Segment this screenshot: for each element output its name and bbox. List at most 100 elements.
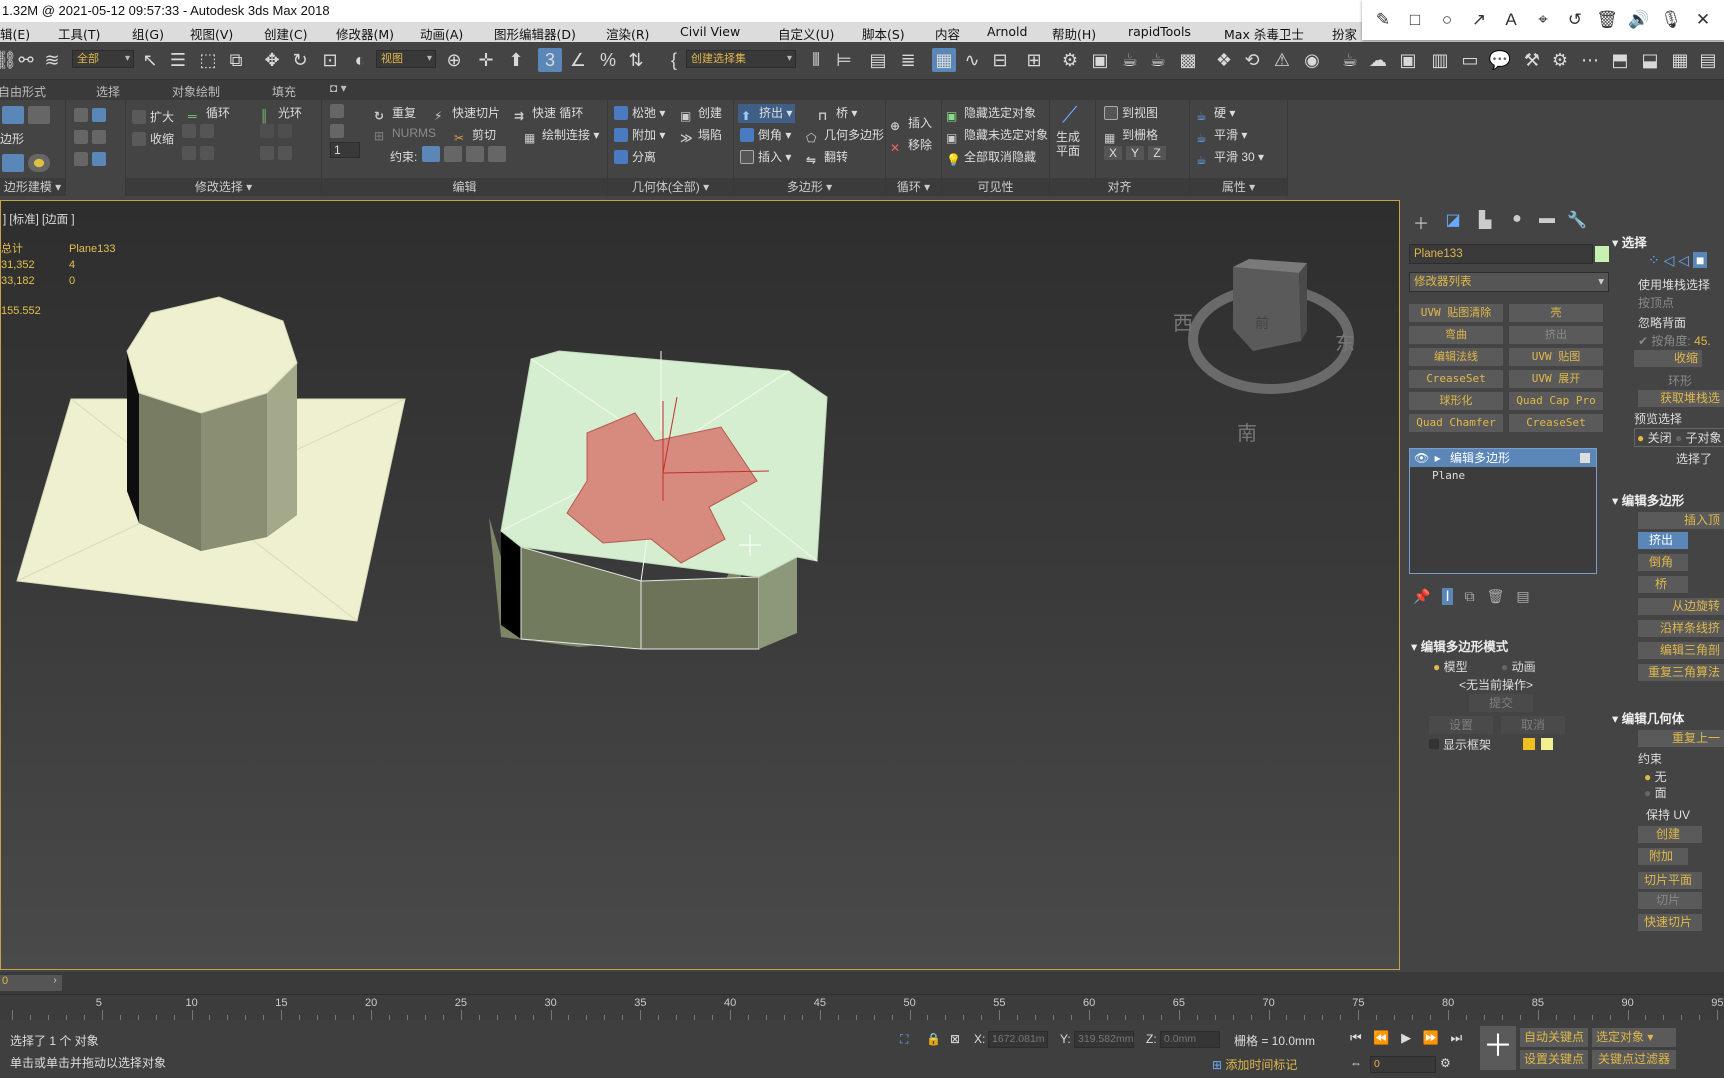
- bevel-poly-button[interactable]: 倒角: [1638, 554, 1688, 571]
- quickloop-button[interactable]: ⇉ 快速 循环: [514, 104, 583, 123]
- menu-item-11[interactable]: 脚本(S): [862, 24, 905, 43]
- model-radio[interactable]: ● 模型: [1433, 658, 1468, 675]
- rotate-icon[interactable]: ↻: [288, 48, 312, 72]
- x-coordinate[interactable]: 1672.081m: [988, 1031, 1048, 1048]
- configure-modifiers-icon[interactable]: ▤: [1516, 588, 1529, 605]
- menu-item-15[interactable]: rapidTools: [1128, 24, 1191, 39]
- current-frame-field[interactable]: 0: [1370, 1056, 1436, 1073]
- time-slider[interactable]: 0: [0, 975, 48, 991]
- edit-icon-1[interactable]: [330, 104, 348, 118]
- inset-button[interactable]: 插入 ▾: [740, 148, 791, 165]
- isolate-icon[interactable]: ⛶: [900, 1032, 908, 1047]
- align-z-button[interactable]: Z: [1148, 146, 1166, 160]
- grid-icon[interactable]: ▩: [1176, 48, 1200, 72]
- make-planar-button[interactable]: 生成 平面: [1056, 130, 1080, 158]
- polygons-footer[interactable]: 多边形 ▾: [734, 178, 885, 196]
- geometry-footer[interactable]: 几何体(全部) ▾: [608, 178, 733, 196]
- modifier-button[interactable]: CreaseSet: [1409, 370, 1503, 388]
- octagon-column-object[interactable]: [126, 296, 298, 551]
- shrink-sel-button[interactable]: 收缩: [1634, 350, 1702, 367]
- unlink-icon[interactable]: ⚯: [14, 48, 38, 72]
- playback-controls[interactable]: ⏮ ⏪ ▶ ⏩ ⏭: [1350, 1030, 1466, 1046]
- lock-icon[interactable]: 🔒: [926, 1032, 941, 1046]
- layout-icon[interactable]: ▥: [1428, 48, 1452, 72]
- modifier-button[interactable]: Quad Cap Pro: [1509, 392, 1603, 410]
- pencil-icon[interactable]: ✎: [1372, 10, 1394, 30]
- spinner-snap-icon[interactable]: ⇅: [624, 48, 648, 72]
- viewcube[interactable]: [1188, 259, 1354, 394]
- cage-color-1[interactable]: [1523, 738, 1535, 750]
- modify-sel-footer[interactable]: 修改选择 ▾: [126, 178, 321, 196]
- hard-button[interactable]: ☕ 硬 ▾: [1196, 104, 1235, 123]
- collapse-button[interactable]: ≫ 塌陷: [680, 126, 722, 145]
- stack-icon-1[interactable]: [74, 108, 110, 122]
- menu-item-12[interactable]: 内容: [935, 24, 960, 43]
- extrude-button[interactable]: ⬆ 挤出 ▾: [738, 104, 796, 123]
- scene-explorer-icon[interactable]: ▤: [866, 48, 890, 72]
- animate-radio[interactable]: ● 动画: [1501, 658, 1536, 675]
- chat-icon[interactable]: 💬: [1488, 48, 1512, 72]
- time-config-icon[interactable]: ⚙: [1440, 1056, 1451, 1070]
- tab-populate[interactable]: 填充: [272, 83, 296, 100]
- text-icon[interactable]: A: [1500, 10, 1522, 30]
- stack-item-edit-poly[interactable]: 👁 ▸ 编辑多边形: [1410, 449, 1596, 467]
- remove-modifier-icon[interactable]: 🗑: [1487, 588, 1505, 605]
- tab-object-paint[interactable]: 对象绘制: [172, 83, 220, 100]
- modifier-stack[interactable]: 👁 ▸ 编辑多边形 Plane: [1409, 448, 1597, 574]
- repeat-button[interactable]: ↻ 重复: [374, 104, 416, 123]
- unhide-all-button[interactable]: 💡 全部取消隐藏: [946, 148, 1036, 167]
- arrow-icon[interactable]: ↗: [1468, 10, 1490, 30]
- edit-footer[interactable]: 编辑: [322, 178, 607, 196]
- menu-item-10[interactable]: 自定义(U): [778, 24, 834, 43]
- window-crossing-icon[interactable]: ⧉: [224, 48, 248, 72]
- render-setup-icon[interactable]: ⚙: [1058, 48, 1082, 72]
- ring-button[interactable]: ║ 光环: [260, 104, 302, 123]
- visibility-footer[interactable]: 可见性: [942, 178, 1049, 196]
- highlighter-icon[interactable]: ⌖: [1532, 10, 1554, 30]
- menu-item-6[interactable]: 动画(A): [420, 24, 463, 43]
- keyboard-shortcut-icon[interactable]: ⬆: [504, 48, 528, 72]
- plugin-icon[interactable]: ⚒: [1520, 48, 1544, 72]
- smooth30-button[interactable]: ☕ 平滑 30 ▾: [1196, 148, 1264, 167]
- render-iterative-icon[interactable]: ☕: [1146, 48, 1170, 72]
- schematic-view-icon[interactable]: ⊟: [988, 48, 1012, 72]
- detach-button[interactable]: 分离: [614, 148, 656, 165]
- subobject-icons[interactable]: ⁘ ◁ ◁ ■: [1648, 252, 1708, 269]
- key-filters-button[interactable]: 关键点过滤器: [1592, 1050, 1676, 1069]
- constraint-none-radio[interactable]: ● 无: [1644, 768, 1667, 785]
- shrink-ring-icon[interactable]: [260, 146, 296, 160]
- edit-poly-mode-rollout[interactable]: ▾ 编辑多边形模式: [1411, 636, 1508, 655]
- key-target-dropdown[interactable]: 选定对象 ▾: [1592, 1028, 1676, 1047]
- pivot-center-icon[interactable]: ⊕: [442, 48, 466, 72]
- modifier-list-dropdown[interactable]: 修改器列表 ▾: [1409, 272, 1609, 292]
- preview-radio-group[interactable]: ● 关闭 ● 子对象: [1634, 428, 1724, 447]
- bridge-poly-button[interactable]: 桥: [1638, 576, 1688, 593]
- menu-item-9[interactable]: Civil View: [680, 24, 740, 39]
- by-angle-checkbox[interactable]: ✔ 按角度: 45.: [1638, 332, 1711, 349]
- menu-item-5[interactable]: 修改器(M): [336, 24, 394, 43]
- element-icon[interactable]: [2, 154, 54, 172]
- menu-item-0[interactable]: 辑(E): [0, 24, 30, 43]
- menu-item-13[interactable]: Arnold: [987, 24, 1027, 39]
- hierarchy-tab-icon[interactable]: ▙: [1473, 210, 1497, 230]
- make-unique-icon[interactable]: ⧉: [1465, 588, 1475, 605]
- reference-coord-dropdown[interactable]: 视图: [376, 50, 436, 68]
- bevel-button[interactable]: 倒角 ▾: [740, 126, 791, 143]
- settings-icon[interactable]: ⚙: [1548, 48, 1572, 72]
- loop-insert-button[interactable]: ⊕ 插入: [890, 114, 932, 133]
- preserve-uv-checkbox[interactable]: 保持 UV: [1646, 806, 1690, 823]
- time-slider-next-icon[interactable]: ›: [48, 975, 62, 991]
- cut-button[interactable]: ✂ 剪切: [454, 126, 496, 145]
- menu-item-1[interactable]: 工具(T): [58, 24, 100, 43]
- timeline-ruler[interactable]: 5 10 15 20 25 30 35 40 45 50 55 60 65 70 75 80 85 90 95: [0, 994, 1724, 1020]
- volume-icon[interactable]: 🔊: [1628, 10, 1650, 30]
- repeat-last-button[interactable]: 重复上一: [1638, 730, 1724, 747]
- vray-icon[interactable]: ❖: [1212, 48, 1236, 72]
- bind-spacewarp-icon[interactable]: ≋: [40, 48, 64, 72]
- hide-selected-button[interactable]: ▣ 隐藏选定对象: [946, 104, 1036, 123]
- hinge-from-edge-button[interactable]: 从边旋转: [1638, 598, 1724, 615]
- menu-item-14[interactable]: 帮助(H): [1052, 24, 1096, 43]
- more-icon[interactable]: ⋯: [1578, 48, 1602, 72]
- refresh-icon[interactable]: ⟲: [1240, 48, 1264, 72]
- stack-icon-3[interactable]: [74, 152, 110, 166]
